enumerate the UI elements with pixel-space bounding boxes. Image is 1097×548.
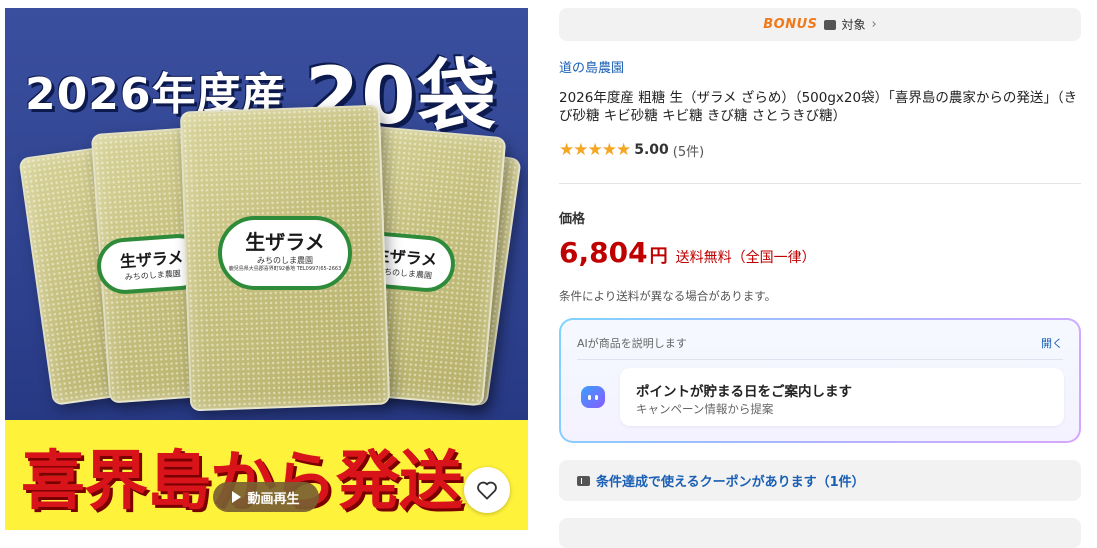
coupon-bar[interactable]: 条件達成で使えるクーポンがあります（1件） — [559, 460, 1081, 501]
rating-summary: ★★★★★ 5.00 (5件) — [559, 140, 704, 160]
ai-assistant-icon — [581, 386, 605, 408]
ai-suggestion-title: ポイントが貯まる日をご案内します — [636, 384, 852, 400]
bag-label-front-address: 鹿児島県大島郡喜界町92番地 TEL0997(65-2663 — [228, 266, 342, 272]
price-label: 価格 — [559, 212, 586, 227]
price-value: 6,804 — [559, 236, 648, 269]
bag-label-front-text: 生ザラメ — [245, 230, 325, 254]
product-title: 2026年度産 粗糖 生（ザラメ ざらめ）（500gx20袋）「喜界島の農家から… — [559, 90, 1078, 124]
review-count-link[interactable]: (5件) — [673, 141, 704, 160]
play-icon — [232, 491, 242, 503]
bonus-campaign-bar[interactable]: BONUS 対象 › — [559, 8, 1081, 41]
ai-card-header: AIが商品を説明します — [577, 337, 687, 350]
rating-score: 5.00 — [634, 142, 669, 158]
heart-icon — [477, 481, 497, 500]
next-section-bar — [559, 518, 1081, 548]
ticket-icon — [823, 19, 836, 30]
bonus-target-label: 対象 — [841, 18, 866, 32]
section-divider — [559, 183, 1081, 184]
play-video-label: 動画再生 — [247, 491, 300, 507]
bonus-logo: BONUS — [763, 17, 818, 32]
ai-open-link[interactable]: 開く — [1041, 335, 1063, 351]
favorite-button[interactable] — [464, 467, 510, 513]
ai-card-divider — [577, 359, 1063, 360]
shipping-note: 条件により送料が異なる場合があります。 — [559, 289, 777, 303]
chevron-right-icon: › — [871, 17, 877, 32]
ai-suggestion-subtitle: キャンペーン情報から提案 — [636, 402, 774, 416]
star-rating-icon: ★★★★★ — [559, 140, 631, 160]
ai-suggestion-bubble[interactable]: ポイントが貯まる日をご案内します キャンペーン情報から提案 — [620, 368, 1064, 426]
play-video-button[interactable]: 動画再生 — [213, 482, 319, 512]
shipping-info: 送料無料（全国一律） — [675, 250, 816, 266]
price-row: 6,804 円 送料無料（全国一律） — [559, 236, 816, 269]
bag-label-front-farm: みちのしま農園 — [257, 256, 313, 265]
price-currency: 円 — [649, 246, 668, 267]
product-main-image[interactable]: 2026年度産 20袋 生ザラメ みちのしま農園 生ザラメ みちのしま農園 生ザ… — [5, 8, 528, 530]
ai-description-card: AIが商品を説明します 開く ポイントが貯まる日をご案内します キャンペーン情報… — [559, 318, 1081, 443]
coupon-link-text: 条件達成で使えるクーポンがあります（1件） — [596, 475, 865, 490]
store-name-link[interactable]: 道の島農園 — [559, 57, 624, 76]
coupon-icon — [577, 475, 590, 486]
bag-label-front: 生ザラメ みちのしま農園 鹿児島県大島郡喜界町92番地 TEL0997(65-2… — [218, 216, 352, 290]
